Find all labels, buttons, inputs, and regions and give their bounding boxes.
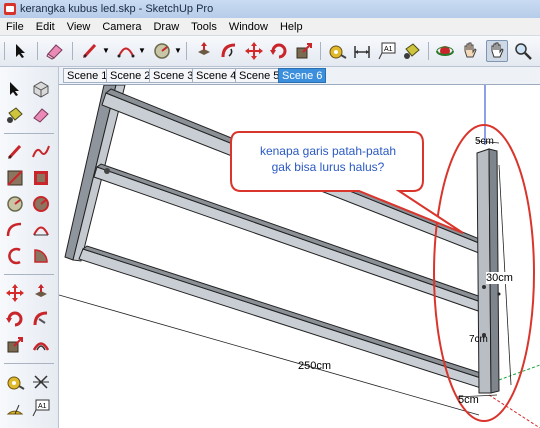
menu-file[interactable]: File [0, 21, 30, 33]
menu-tools[interactable]: Tools [185, 21, 223, 33]
push-pull-icon[interactable] [193, 40, 215, 62]
tab-scene-5[interactable]: Scene 5 [235, 68, 284, 83]
move-icon[interactable] [4, 282, 26, 304]
paint-bucket-icon[interactable] [401, 40, 423, 62]
dimension-icon[interactable] [351, 40, 373, 62]
tab-scene-3[interactable]: Scene 3 [149, 68, 198, 83]
model-viewport[interactable]: kenapa garis patah-patah gak bisa lurus … [59, 85, 540, 428]
scale-icon[interactable] [293, 40, 315, 62]
main-toolbar: ▼ ▼ ▼ A1 [0, 36, 540, 67]
menu-window[interactable]: Window [223, 21, 274, 33]
height-dimension-label: 30cm [486, 272, 513, 284]
red-axis-line [488, 394, 540, 428]
select-arrow-icon[interactable] [10, 40, 32, 62]
three-point-arc-icon[interactable] [4, 245, 26, 267]
paint-bucket-icon[interactable] [4, 104, 26, 126]
svg-text:A1: A1 [38, 403, 47, 410]
orbit-icon[interactable] [434, 40, 456, 62]
toolbar-separator [428, 42, 429, 60]
title-bar: kerangka kubus led.skp - SketchUp Pro [0, 0, 540, 18]
zoom-icon[interactable] [486, 40, 508, 62]
pan-hand-icon[interactable] [459, 40, 481, 62]
annotation-line-1: kenapa garis patah-patah [259, 144, 397, 158]
tape-measure-icon[interactable] [326, 40, 348, 62]
arc-icon[interactable] [115, 40, 137, 62]
make-component-icon[interactable] [30, 78, 52, 100]
model-drawing [59, 85, 540, 428]
menu-draw[interactable]: Draw [147, 21, 185, 33]
toolbar-separator [4, 363, 54, 364]
text-label-icon[interactable]: A1 [376, 40, 398, 62]
tab-scene-1[interactable]: Scene 1 [63, 68, 112, 83]
circle-icon[interactable] [4, 193, 26, 215]
bolt-hole [482, 285, 486, 289]
depth-dimension-label: 5cm [458, 394, 479, 406]
rectangle-icon[interactable] [4, 167, 26, 189]
eraser-icon[interactable] [30, 104, 52, 126]
pencil-line-icon[interactable] [4, 141, 26, 163]
move-icon[interactable] [243, 40, 265, 62]
tape-measure-icon[interactable] [4, 371, 26, 393]
push-pull-icon[interactable] [30, 282, 52, 304]
two-point-arc-icon[interactable] [30, 219, 52, 241]
sketchup-app-icon [4, 3, 16, 15]
follow-me-icon[interactable] [30, 308, 52, 330]
bolt-hole [104, 168, 110, 174]
menu-edit[interactable]: Edit [30, 21, 61, 33]
menu-help[interactable]: Help [274, 21, 309, 33]
offset-icon[interactable] [30, 334, 52, 356]
follow-me-icon[interactable] [218, 40, 240, 62]
third-rail [78, 248, 485, 390]
toolbar-separator [4, 42, 5, 60]
toolbar-separator [186, 42, 187, 60]
tab-scene-2[interactable]: Scene 2 [106, 68, 155, 83]
toolbar-separator [4, 133, 54, 134]
chevron-down-icon[interactable]: ▼ [138, 46, 146, 55]
menu-view[interactable]: View [61, 21, 97, 33]
scene-tabs: Scene 1 Scene 2 Scene 3 Scene 4 Scene 5 … [59, 67, 540, 85]
annotation-line-2: gak bisa lurus halus? [271, 160, 385, 174]
rotated-rectangle-icon[interactable] [30, 167, 52, 189]
pencil-line-icon[interactable] [79, 40, 101, 62]
svg-text:A1: A1 [384, 46, 393, 53]
toolbar-separator [72, 42, 73, 60]
tab-scene-6[interactable]: Scene 6 [278, 68, 327, 83]
chevron-down-icon[interactable]: ▼ [102, 46, 110, 55]
toolbar-separator [320, 42, 321, 60]
protractor-icon[interactable] [4, 397, 26, 419]
circle-icon[interactable] [151, 40, 173, 62]
pie-icon[interactable] [30, 245, 52, 267]
rotate-icon[interactable] [268, 40, 290, 62]
length-dimension-label: 250cm [298, 360, 332, 372]
scale-icon[interactable] [4, 334, 26, 356]
left-toolbar: A1 [0, 67, 59, 428]
side-dimension-label: 7cm [469, 334, 488, 345]
text-label-icon[interactable]: A1 [30, 397, 52, 419]
right-post-side [488, 148, 500, 394]
menu-bar: File Edit View Camera Draw Tools Window … [0, 18, 540, 36]
third-rail-top-face [81, 245, 488, 380]
annotation-text: kenapa garis patah-patah gak bisa lurus … [249, 143, 407, 175]
window-title: kerangka kubus led.skp - SketchUp Pro [20, 3, 214, 15]
tab-scene-4[interactable]: Scene 4 [192, 68, 241, 83]
polygon-icon[interactable] [30, 193, 52, 215]
rotate-icon[interactable] [4, 308, 26, 330]
toolbar-separator [4, 274, 54, 275]
magnifier-icon[interactable] [512, 40, 534, 62]
freehand-icon[interactable] [30, 141, 52, 163]
top-dimension-label: 5cm [475, 136, 494, 147]
toolbar-separator [37, 42, 38, 60]
eraser-icon[interactable] [44, 40, 66, 62]
menu-camera[interactable]: Camera [96, 21, 147, 33]
arc-icon[interactable] [4, 219, 26, 241]
select-arrow-icon[interactable] [4, 78, 26, 100]
dimension-point [497, 292, 501, 296]
dimension-icon[interactable] [30, 371, 52, 393]
chevron-down-icon[interactable]: ▼ [174, 46, 182, 55]
